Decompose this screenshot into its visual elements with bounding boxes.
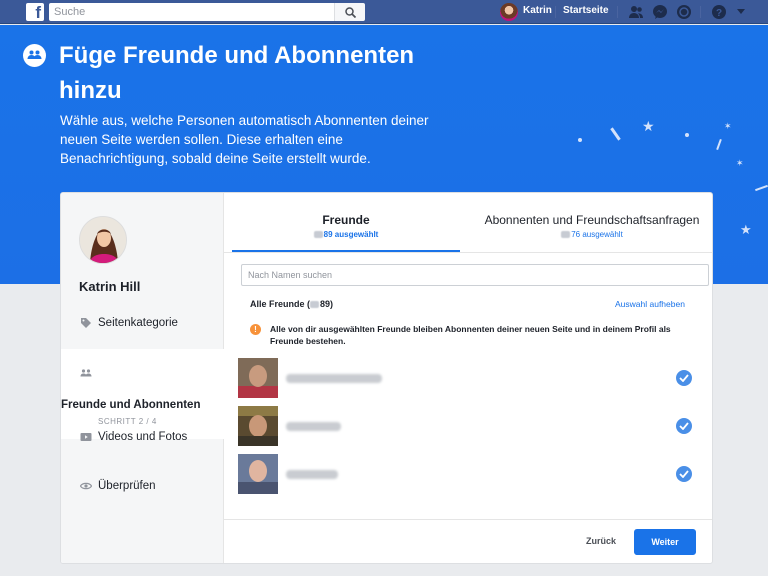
friend-row[interactable] <box>238 406 708 448</box>
notifications-icon[interactable] <box>676 4 692 20</box>
tab-selected-count: 89 ausgewählt <box>232 230 460 239</box>
tab-label: Abonnenten und Freundschaftsanfragen <box>484 213 700 227</box>
confetti-stick <box>610 127 621 141</box>
deselect-all-link[interactable]: Auswahl aufheben <box>615 299 685 309</box>
friends-icon[interactable] <box>628 4 644 20</box>
search-input[interactable] <box>49 3 334 21</box>
tabs-divider <box>224 252 712 253</box>
step-page-category[interactable]: Seitenkategorie <box>61 313 224 343</box>
info-message: Alle von dir ausgewählten Freunde bleibe… <box>270 324 671 346</box>
confetti-star: ✶ <box>736 158 744 168</box>
friend-avatar <box>238 454 278 494</box>
friend-avatar <box>238 406 278 446</box>
friend-name-blurred <box>286 470 338 479</box>
tag-icon <box>81 318 91 328</box>
video-icon <box>80 433 92 441</box>
friends-panel: Freunde 89 ausgewählt Abonnenten und Fre… <box>224 193 712 563</box>
friend-row[interactable] <box>238 454 708 496</box>
nav-divider <box>700 6 701 18</box>
friend-avatar <box>238 358 278 398</box>
confetti-star: ✶ <box>724 121 732 131</box>
top-navigation-bar: f Katrin Startseite ? <box>0 0 768 24</box>
footer-divider <box>224 519 712 520</box>
home-link[interactable]: Startseite <box>563 5 609 16</box>
profile-picture <box>79 216 127 264</box>
nav-divider <box>555 6 556 18</box>
confetti-star: ★ <box>740 222 752 237</box>
eye-icon <box>80 482 92 490</box>
confetti-dot <box>578 138 582 142</box>
step-counter: SCHRITT 2 / 4 <box>98 417 157 426</box>
page-title: Füge Freunde und Abonnenten hinzu <box>59 42 415 104</box>
facebook-logo[interactable]: f <box>26 3 44 21</box>
search-icon <box>345 7 356 18</box>
search-button[interactable] <box>334 3 365 21</box>
selected-check-icon[interactable] <box>676 370 692 386</box>
people-icon <box>80 369 92 377</box>
next-button[interactable]: Weiter <box>634 529 696 555</box>
selected-check-icon[interactable] <box>676 466 692 482</box>
blurred-digit <box>561 231 571 239</box>
blurred-digit <box>310 301 320 309</box>
step-friends-followers[interactable]: Freunde und Abonnenten SCHRITT 2 / 4 <box>61 349 224 439</box>
confetti-stick <box>755 184 768 192</box>
page-owner-name: Katrin Hill <box>79 279 141 294</box>
confetti-dot <box>685 133 689 137</box>
info-icon: ! <box>250 324 261 335</box>
tab-label: Freunde <box>322 213 370 227</box>
nav-divider <box>617 6 618 18</box>
step-label: Freunde und Abonnenten <box>61 399 201 411</box>
friend-row[interactable] <box>238 358 708 400</box>
step-label: Videos und Fotos <box>98 431 188 443</box>
help-icon[interactable]: ? <box>711 4 727 20</box>
confetti-star: ★ <box>642 118 655 134</box>
step-label: Überprüfen <box>98 480 156 492</box>
step-review[interactable]: Überprüfen <box>61 478 224 508</box>
confetti-stick <box>716 138 722 151</box>
setup-card: Katrin Hill Seitenkategorie Freunde und … <box>60 192 713 564</box>
people-icon <box>23 44 46 67</box>
step-label: Seitenkategorie <box>98 317 178 329</box>
back-button[interactable]: Zurück <box>586 536 616 546</box>
tab-friends[interactable]: Freunde 89 ausgewählt <box>232 193 460 253</box>
tab-followers-requests[interactable]: Abonnenten und Freundschaftsanfragen 76 … <box>460 193 712 253</box>
selected-check-icon[interactable] <box>676 418 692 434</box>
page-description: Wähle aus, welche Personen automatisch A… <box>60 113 429 166</box>
blurred-digit <box>313 231 323 239</box>
messenger-icon[interactable] <box>652 4 668 20</box>
friend-name-blurred <box>286 422 341 431</box>
profile-link[interactable]: Katrin <box>523 5 552 16</box>
svg-text:?: ? <box>716 8 722 19</box>
user-avatar[interactable] <box>500 3 518 21</box>
menu-caret-icon[interactable] <box>737 9 745 14</box>
steps-sidebar: Katrin Hill Seitenkategorie Freunde und … <box>61 193 224 563</box>
tab-selected-count: 76 ausgewählt <box>460 230 712 239</box>
step-videos-photos[interactable]: Videos und Fotos <box>61 429 224 459</box>
friend-name-blurred <box>286 374 382 383</box>
name-search-input[interactable] <box>241 264 709 286</box>
all-friends-count: Alle Freunde (89) <box>250 299 334 309</box>
